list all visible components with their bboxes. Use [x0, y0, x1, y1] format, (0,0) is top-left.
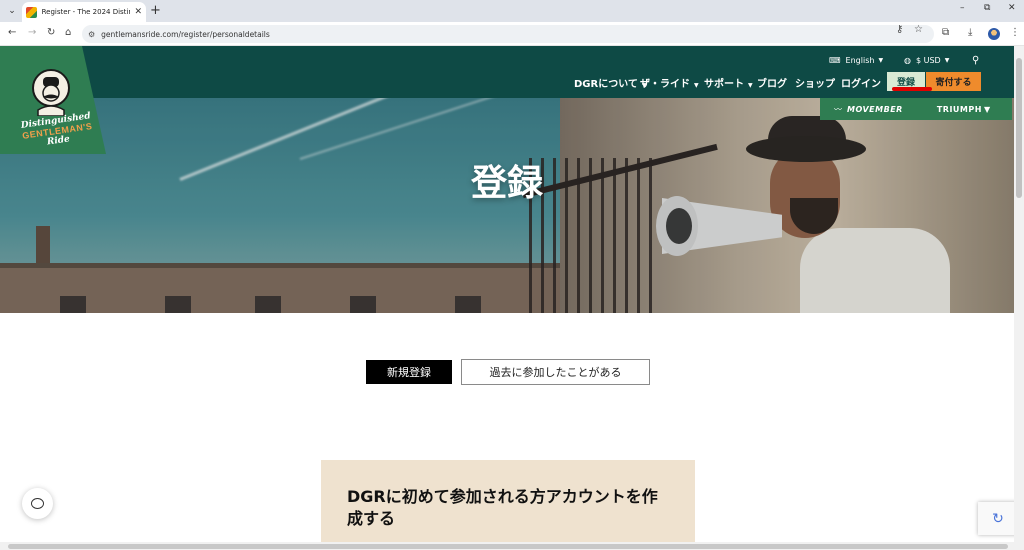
- caret-down-icon: ▼: [694, 82, 699, 89]
- language-selector[interactable]: ⌨ English ▼: [829, 56, 883, 65]
- horizontal-scroll-thumb[interactable]: [8, 544, 1008, 549]
- close-icon[interactable]: ✕: [134, 7, 142, 17]
- site-favicon-icon: [26, 6, 37, 18]
- site-header: [0, 46, 1014, 98]
- bookmark-star-icon[interactable]: ☆: [914, 24, 923, 35]
- browser-tabstrip: ⌄ Register - The 2024 Distinguish ✕ + – …: [0, 0, 1024, 22]
- window-close-button[interactable]: ✕: [1008, 3, 1016, 13]
- nav-support[interactable]: サポート ▼: [704, 75, 753, 90]
- tab-title: Register - The 2024 Distinguish: [41, 8, 131, 16]
- home-icon[interactable]: ⌂: [65, 27, 71, 38]
- chevron-down-icon[interactable]: ⌄: [4, 3, 20, 19]
- sponsor-bar: 〰 MOVEMBER TRIUMPH ▼: [820, 98, 1012, 120]
- nav-about[interactable]: DGRについて ▼: [574, 75, 647, 90]
- hero-banner: 登録: [0, 98, 1014, 313]
- password-key-icon[interactable]: ⚷: [896, 24, 903, 35]
- extensions-icon[interactable]: ⧉: [942, 27, 949, 38]
- red-annotation-underline: [892, 87, 932, 91]
- browser-tab-active[interactable]: Register - The 2024 Distinguish ✕: [22, 2, 146, 22]
- minimize-button[interactable]: –: [960, 3, 965, 13]
- caret-down-icon: ▼: [878, 57, 884, 64]
- nav-label: ザ・ライド: [640, 79, 690, 90]
- search-icon[interactable]: ⚲: [972, 55, 979, 66]
- language-label: English: [845, 56, 875, 65]
- recaptcha-badge[interactable]: ↻: [978, 502, 1018, 535]
- create-account-card: DGRに初めて参加される方アカウントを作成する: [321, 460, 695, 550]
- nav-label: DGRについて: [574, 79, 638, 90]
- address-bar[interactable]: ⚙ gentlemansride.com/register/personalde…: [82, 25, 934, 43]
- language-icon: ⌨: [829, 56, 841, 65]
- gentleman-logo-icon[interactable]: [30, 68, 72, 116]
- menu-kebab-icon[interactable]: ⋮: [1010, 27, 1020, 38]
- caret-down-icon: ▼: [748, 82, 753, 89]
- mustache-icon: 〰: [834, 104, 842, 114]
- nav-login[interactable]: ログイン: [841, 75, 881, 90]
- new-tab-button[interactable]: +: [150, 3, 161, 18]
- sponsor-movember[interactable]: MOVEMBER: [847, 105, 903, 114]
- currency-selector[interactable]: ◍ $ USD ▼: [904, 56, 949, 65]
- chat-bubble-icon: [31, 498, 44, 509]
- donate-button[interactable]: 寄付する: [926, 72, 981, 91]
- returning-rider-tab[interactable]: 過去に参加したことがある: [461, 359, 650, 385]
- nav-blog[interactable]: ブログ: [757, 75, 787, 90]
- download-icon[interactable]: ⤓: [968, 27, 972, 38]
- recaptcha-icon: ↻: [992, 510, 1004, 527]
- caret-down-icon: ▼: [944, 57, 950, 64]
- reload-icon[interactable]: ↻: [47, 27, 55, 38]
- triumph-mark-icon: ▼: [983, 104, 991, 114]
- new-registration-tab[interactable]: 新規登録: [366, 360, 452, 384]
- forward-arrow-icon[interactable]: →: [28, 27, 36, 38]
- chat-button[interactable]: [22, 488, 53, 519]
- globe-icon: ◍: [904, 56, 911, 65]
- currency-label: $ USD: [915, 56, 941, 65]
- profile-avatar-icon[interactable]: [988, 28, 1000, 40]
- sponsor-triumph[interactable]: TRIUMPH: [937, 105, 982, 114]
- card-title: DGRに初めて参加される方アカウントを作成する: [347, 487, 658, 528]
- page-title: 登録: [470, 163, 543, 204]
- nav-shop[interactable]: ショップ: [795, 75, 835, 90]
- nav-label: サポート: [704, 79, 744, 90]
- url-text: gentlemansride.com/register/personaldeta…: [101, 29, 270, 39]
- back-arrow-icon[interactable]: ←: [8, 27, 16, 38]
- nav-the-ride[interactable]: ザ・ライド ▼: [640, 75, 699, 90]
- vertical-scroll-thumb[interactable]: [1016, 58, 1022, 198]
- maximize-button[interactable]: ⧉: [984, 3, 990, 13]
- site-info-icon[interactable]: ⚙: [88, 30, 95, 39]
- browser-toolbar: ← → ↻ ⌂ ⚙ gentlemansride.com/register/pe…: [0, 22, 1024, 46]
